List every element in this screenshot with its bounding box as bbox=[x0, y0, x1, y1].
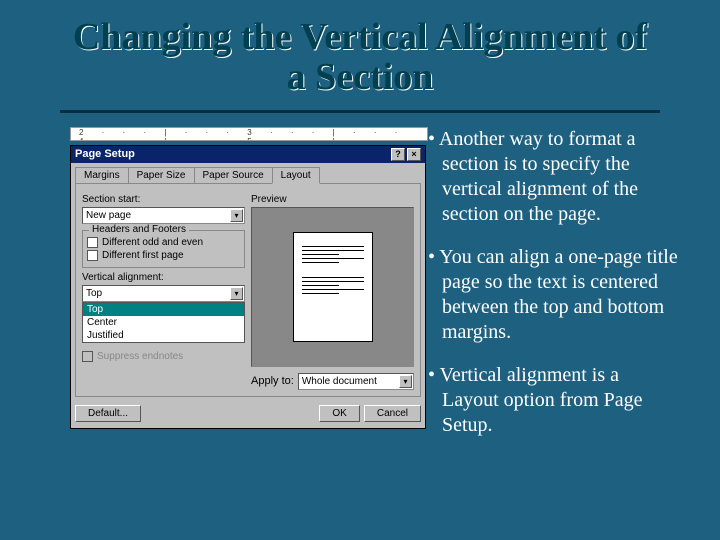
bullet-1-text: Another way to format a section is to sp… bbox=[439, 128, 638, 225]
check-odd-even[interactable]: Different odd and even bbox=[87, 237, 240, 248]
tab-paper-source[interactable]: Paper Source bbox=[194, 167, 273, 183]
checkbox-icon bbox=[87, 250, 98, 261]
preview-page bbox=[293, 232, 373, 342]
close-button[interactable]: × bbox=[407, 148, 421, 161]
word-ruler: 2 · · · | · · · 3 · · · | · · · 4 · · · … bbox=[70, 127, 428, 141]
screenshot-column: 2 · · · | · · · 3 · · · | · · · 4 · · · … bbox=[70, 127, 428, 456]
valign-label: Vertical alignment: bbox=[82, 272, 245, 283]
apply-to-row: Apply to: Whole document ▾ bbox=[251, 373, 414, 390]
checkbox-icon bbox=[82, 351, 93, 362]
bullet-2: • You can align a one-page title page so… bbox=[428, 245, 678, 345]
preview-line bbox=[302, 250, 364, 251]
bullet-3: • Vertical alignment is a Layout option … bbox=[428, 363, 678, 438]
button-row: Default... OK Cancel bbox=[71, 401, 425, 428]
tab-paper-size[interactable]: Paper Size bbox=[128, 167, 195, 183]
bullet-2-text: You can align a one-page title page so t… bbox=[439, 246, 677, 343]
preview-line bbox=[302, 285, 339, 286]
valign-value: Top bbox=[86, 288, 102, 299]
valign-listbox[interactable]: Top Center Justified bbox=[82, 302, 245, 343]
valign-option-center[interactable]: Center bbox=[83, 316, 244, 329]
preview-line bbox=[302, 254, 339, 255]
cancel-button[interactable]: Cancel bbox=[364, 405, 421, 422]
preview-line bbox=[302, 293, 339, 294]
check-first-page[interactable]: Different first page bbox=[87, 250, 240, 261]
tab-margins[interactable]: Margins bbox=[75, 167, 129, 183]
default-button[interactable]: Default... bbox=[75, 405, 141, 422]
page-setup-dialog: Page Setup ? × Margins Paper Size Paper … bbox=[70, 145, 426, 429]
apply-to-combo[interactable]: Whole document ▾ bbox=[298, 373, 414, 390]
check-odd-even-label: Different odd and even bbox=[102, 237, 203, 248]
tab-layout[interactable]: Layout bbox=[272, 167, 320, 184]
valign-option-top[interactable]: Top bbox=[83, 303, 244, 316]
preview-pane bbox=[251, 207, 414, 367]
suppress-label: Suppress endnotes bbox=[97, 351, 183, 362]
content-area: 2 · · · | · · · 3 · · · | · · · 4 · · · … bbox=[0, 113, 720, 456]
dialog-body: Section start: New page ▾ Headers and Fo… bbox=[75, 183, 421, 397]
check-suppress-endnotes: Suppress endnotes bbox=[82, 351, 245, 362]
right-column: Preview bbox=[251, 190, 414, 390]
preview-line bbox=[302, 277, 364, 278]
dropdown-arrow-icon: ▾ bbox=[230, 287, 243, 300]
apply-to-value: Whole document bbox=[302, 376, 377, 387]
slide-title: Changing the Vertical Alignment of a Sec… bbox=[0, 0, 720, 106]
preview-line bbox=[302, 246, 364, 247]
dialog-titlebar: Page Setup ? × bbox=[71, 146, 425, 163]
apply-to-label: Apply to: bbox=[251, 375, 294, 387]
preview-line bbox=[302, 281, 364, 282]
section-start-value: New page bbox=[86, 210, 131, 221]
bullet-1: • Another way to format a section is to … bbox=[428, 127, 678, 227]
preview-line bbox=[302, 258, 364, 259]
help-button[interactable]: ? bbox=[391, 148, 405, 161]
valign-combo[interactable]: Top ▾ bbox=[82, 285, 245, 302]
bullet-column: • Another way to format a section is to … bbox=[428, 127, 678, 456]
dialog-title: Page Setup bbox=[75, 148, 135, 160]
preview-line bbox=[302, 289, 364, 290]
tab-strip: Margins Paper Size Paper Source Layout bbox=[71, 163, 425, 183]
section-start-label: Section start: bbox=[82, 194, 245, 205]
ok-button[interactable]: OK bbox=[319, 405, 359, 422]
dropdown-arrow-icon: ▾ bbox=[399, 375, 412, 388]
preview-label: Preview bbox=[251, 194, 414, 205]
headers-footers-group: Headers and Footers Different odd and ev… bbox=[82, 230, 245, 268]
check-first-page-label: Different first page bbox=[102, 250, 184, 261]
ok-cancel-group: OK Cancel bbox=[319, 405, 421, 422]
bullet-3-text: Vertical alignment is a Layout option fr… bbox=[440, 364, 643, 436]
preview-gap bbox=[302, 266, 364, 274]
section-start-combo[interactable]: New page ▾ bbox=[82, 207, 245, 224]
slide: Changing the Vertical Alignment of a Sec… bbox=[0, 0, 720, 540]
dropdown-arrow-icon: ▾ bbox=[230, 209, 243, 222]
left-column: Section start: New page ▾ Headers and Fo… bbox=[82, 190, 245, 390]
preview-line bbox=[302, 262, 339, 263]
titlebar-buttons: ? × bbox=[391, 148, 421, 161]
headers-footers-label: Headers and Footers bbox=[89, 224, 189, 235]
valign-option-justified[interactable]: Justified bbox=[83, 329, 244, 342]
checkbox-icon bbox=[87, 237, 98, 248]
